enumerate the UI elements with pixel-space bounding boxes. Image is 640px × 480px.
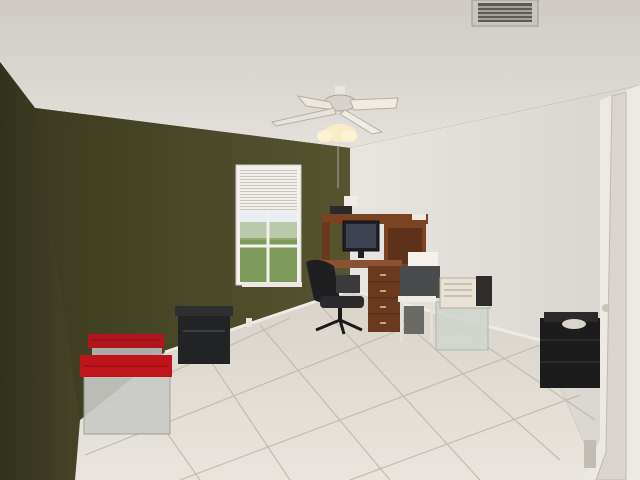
room-photo	[0, 0, 640, 480]
room-illustration	[0, 0, 640, 480]
bin-icon	[435, 276, 492, 351]
cabinet-icon	[540, 312, 600, 388]
small-box	[404, 306, 424, 334]
vent-icon	[471, 0, 539, 27]
storage-bins-red	[80, 334, 172, 435]
window-icon	[235, 164, 302, 287]
tote-icon	[175, 306, 233, 364]
wall-outlet	[246, 318, 252, 327]
